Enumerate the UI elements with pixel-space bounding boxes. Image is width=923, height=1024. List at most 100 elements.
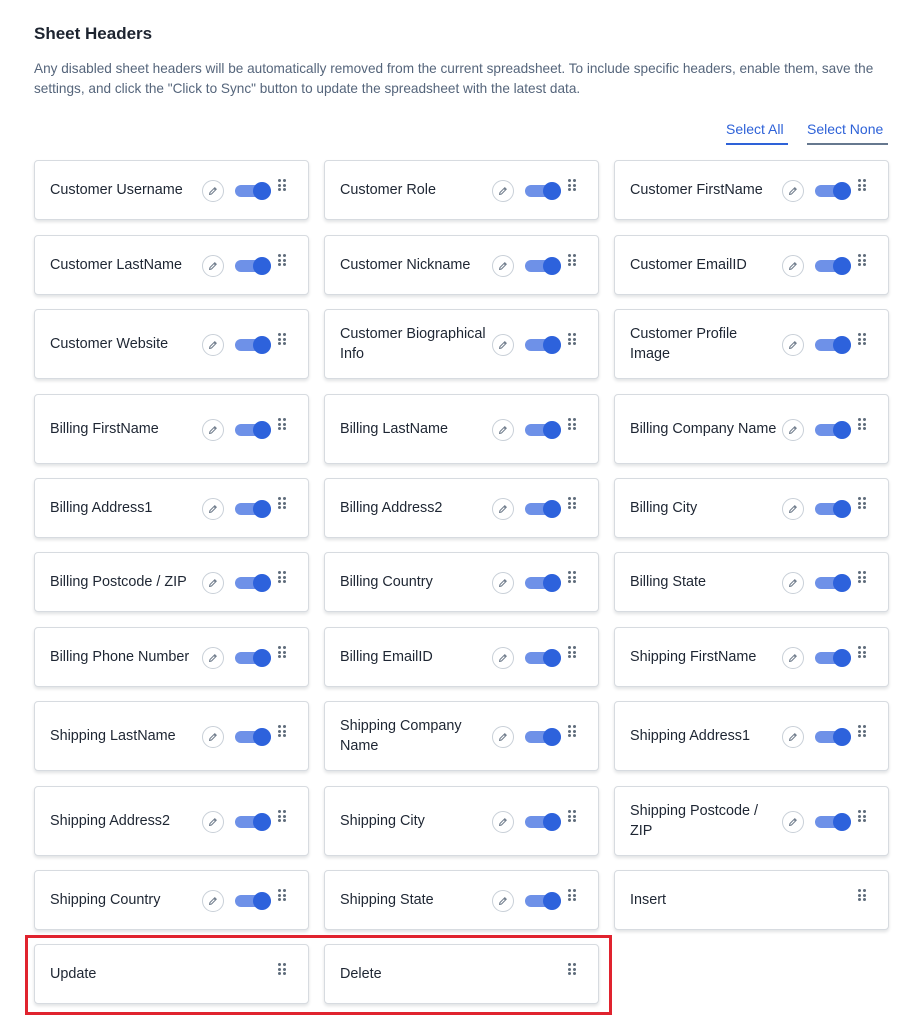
edit-header-button[interactable]: [782, 572, 804, 594]
drag-handle-icon[interactable]: [568, 810, 576, 822]
edit-header-button[interactable]: [202, 180, 224, 202]
edit-header-button[interactable]: [202, 811, 224, 833]
header-toggle[interactable]: [525, 182, 561, 200]
drag-handle-icon[interactable]: [858, 333, 866, 345]
header-toggle[interactable]: [525, 728, 561, 746]
pencil-icon: [209, 426, 217, 434]
edit-header-button[interactable]: [782, 180, 804, 202]
edit-header-button[interactable]: [202, 647, 224, 669]
header-toggle[interactable]: [525, 649, 561, 667]
drag-handle-icon[interactable]: [568, 725, 576, 737]
drag-handle-icon[interactable]: [858, 810, 866, 822]
header-toggle[interactable]: [525, 500, 561, 518]
edit-header-button[interactable]: [782, 419, 804, 441]
edit-header-button[interactable]: [202, 572, 224, 594]
header-toggle[interactable]: [815, 728, 851, 746]
edit-header-button[interactable]: [202, 334, 224, 356]
drag-handle-icon[interactable]: [568, 179, 576, 191]
drag-handle-icon[interactable]: [858, 725, 866, 737]
edit-header-button[interactable]: [492, 726, 514, 748]
drag-handle-icon[interactable]: [278, 418, 286, 430]
drag-handle-icon[interactable]: [568, 333, 576, 345]
edit-header-button[interactable]: [492, 498, 514, 520]
edit-header-button[interactable]: [492, 334, 514, 356]
edit-header-button[interactable]: [202, 890, 224, 912]
header-toggle[interactable]: [235, 649, 271, 667]
edit-header-button[interactable]: [782, 334, 804, 356]
header-toggle[interactable]: [815, 257, 851, 275]
drag-handle-icon[interactable]: [858, 889, 866, 901]
edit-header-button[interactable]: [492, 180, 514, 202]
header-toggle[interactable]: [235, 421, 271, 439]
header-toggle[interactable]: [235, 500, 271, 518]
edit-header-button[interactable]: [202, 255, 224, 277]
header-toggle[interactable]: [525, 813, 561, 831]
header-toggle[interactable]: [235, 892, 271, 910]
header-toggle[interactable]: [525, 336, 561, 354]
header-toggle[interactable]: [235, 574, 271, 592]
drag-dot: [863, 571, 866, 574]
edit-header-button[interactable]: [202, 726, 224, 748]
drag-dot: [573, 254, 576, 257]
header-toggle[interactable]: [235, 336, 271, 354]
edit-header-button[interactable]: [782, 255, 804, 277]
drag-handle-icon[interactable]: [858, 571, 866, 583]
toggle-knob: [833, 574, 851, 592]
drag-handle-icon[interactable]: [568, 571, 576, 583]
drag-handle-icon[interactable]: [278, 497, 286, 509]
drag-handle-icon[interactable]: [858, 254, 866, 266]
edit-header-button[interactable]: [492, 647, 514, 669]
edit-header-button[interactable]: [782, 647, 804, 669]
header-toggle[interactable]: [815, 421, 851, 439]
drag-handle-icon[interactable]: [568, 497, 576, 509]
edit-header-button[interactable]: [492, 572, 514, 594]
header-toggle[interactable]: [525, 574, 561, 592]
header-toggle[interactable]: [525, 421, 561, 439]
drag-dot: [568, 734, 571, 737]
header-toggle[interactable]: [235, 257, 271, 275]
header-toggle[interactable]: [525, 257, 561, 275]
header-toggle[interactable]: [235, 182, 271, 200]
header-toggle[interactable]: [815, 813, 851, 831]
header-toggle[interactable]: [815, 500, 851, 518]
edit-header-button[interactable]: [782, 498, 804, 520]
header-toggle[interactable]: [815, 574, 851, 592]
drag-dot: [573, 418, 576, 421]
select-none-button[interactable]: Select None: [807, 121, 888, 145]
edit-header-button[interactable]: [492, 255, 514, 277]
header-toggle[interactable]: [235, 813, 271, 831]
edit-header-button[interactable]: [782, 811, 804, 833]
header-toggle[interactable]: [815, 182, 851, 200]
drag-handle-icon[interactable]: [278, 725, 286, 737]
drag-handle-icon[interactable]: [858, 179, 866, 191]
drag-handle-icon[interactable]: [278, 254, 286, 266]
drag-dot: [573, 333, 576, 336]
drag-handle-icon[interactable]: [278, 646, 286, 658]
header-toggle[interactable]: [235, 728, 271, 746]
header-toggle[interactable]: [815, 649, 851, 667]
edit-header-button[interactable]: [492, 419, 514, 441]
drag-handle-icon[interactable]: [278, 571, 286, 583]
drag-handle-icon[interactable]: [858, 497, 866, 509]
drag-handle-icon[interactable]: [858, 646, 866, 658]
header-toggle[interactable]: [525, 892, 561, 910]
drag-handle-icon[interactable]: [278, 333, 286, 345]
drag-handle-icon[interactable]: [278, 889, 286, 901]
edit-header-button[interactable]: [492, 890, 514, 912]
drag-handle-icon[interactable]: [278, 810, 286, 822]
drag-handle-icon[interactable]: [858, 418, 866, 430]
edit-header-button[interactable]: [202, 419, 224, 441]
drag-dot: [278, 337, 281, 341]
drag-handle-icon[interactable]: [568, 418, 576, 430]
edit-header-button[interactable]: [782, 726, 804, 748]
drag-handle-icon[interactable]: [278, 179, 286, 191]
edit-header-button[interactable]: [202, 498, 224, 520]
edit-header-button[interactable]: [492, 811, 514, 833]
header-toggle[interactable]: [815, 336, 851, 354]
drag-handle-icon[interactable]: [568, 889, 576, 901]
drag-handle-icon[interactable]: [568, 254, 576, 266]
drag-dot: [278, 810, 281, 813]
select-all-button[interactable]: Select All: [726, 121, 788, 145]
header-card: Customer Website: [34, 309, 309, 379]
drag-handle-icon[interactable]: [568, 646, 576, 658]
